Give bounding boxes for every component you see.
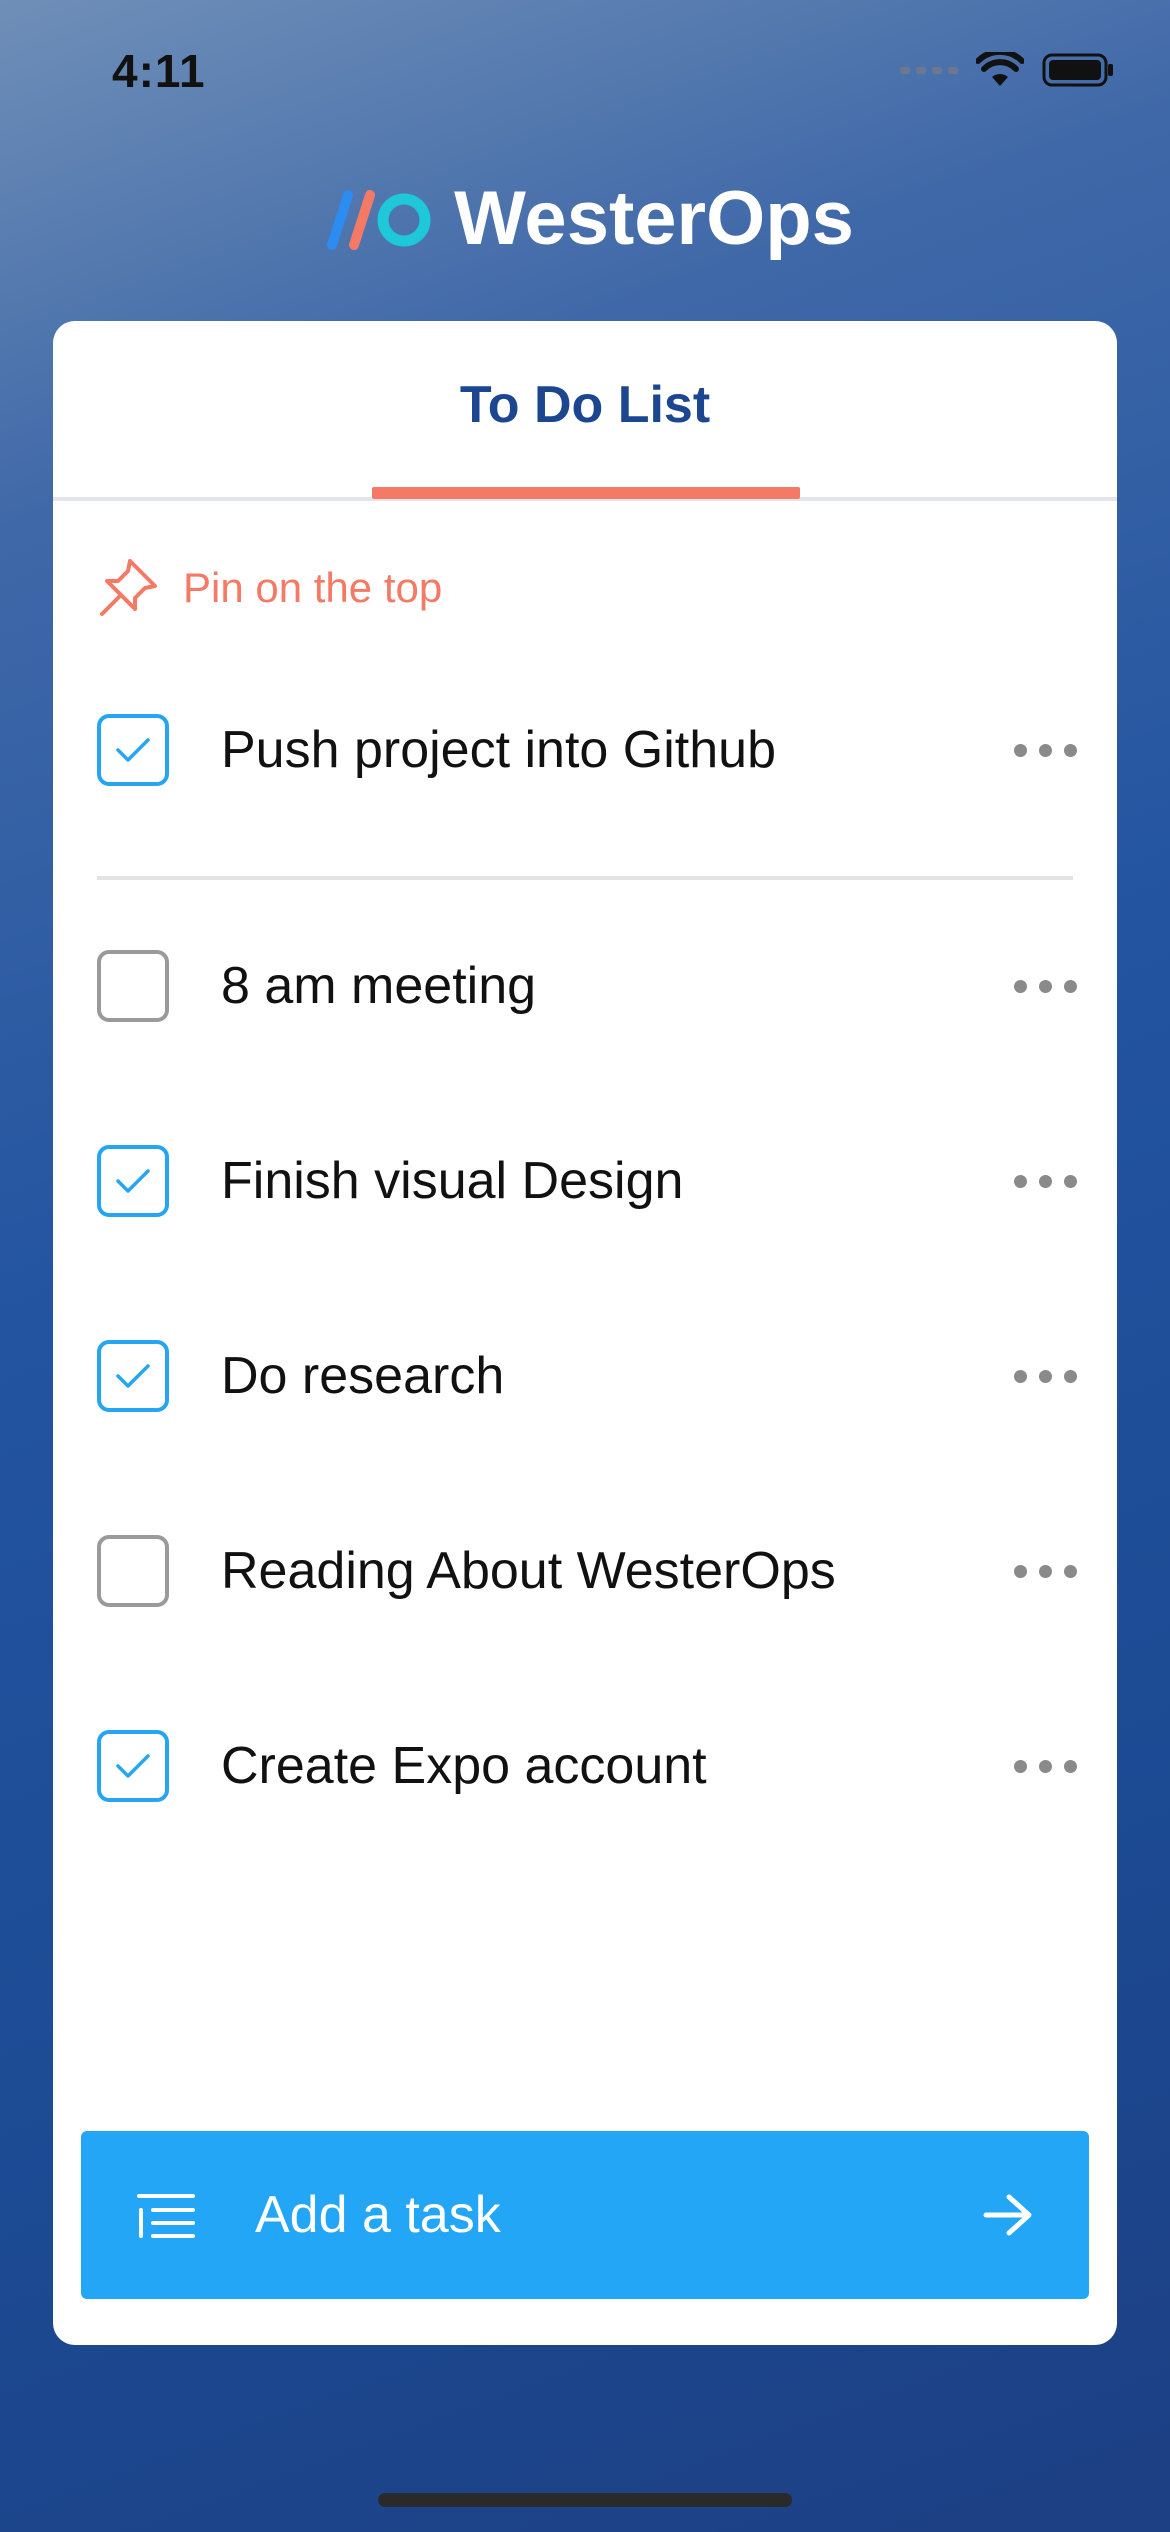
- pinned-divider: [97, 876, 1073, 880]
- task-label: Finish visual Design: [221, 1152, 684, 1210]
- brand-mark-icon: [327, 189, 431, 250]
- more-horizontal-icon[interactable]: [1014, 1555, 1077, 1588]
- arrow-right-icon[interactable]: [983, 2193, 1033, 2237]
- task-row[interactable]: Finish visual Design: [97, 1141, 1077, 1221]
- more-horizontal-icon[interactable]: [1014, 1360, 1077, 1393]
- checkmark-icon: [116, 1364, 150, 1388]
- checkmark-icon: [116, 1754, 150, 1778]
- add-task-input[interactable]: Add a task: [81, 2131, 1089, 2299]
- signal-icon: [900, 66, 958, 74]
- checkmark-icon: [116, 738, 150, 762]
- status-icons: [900, 52, 1114, 88]
- pin-icon: [100, 559, 157, 616]
- task-label: Do research: [221, 1347, 505, 1405]
- more-horizontal-icon[interactable]: [1014, 1165, 1077, 1198]
- task-label: Push project into Github: [221, 721, 776, 779]
- add-task-placeholder: Add a task: [255, 2186, 501, 2244]
- task-checkbox[interactable]: [97, 714, 169, 786]
- checkmark-icon: [116, 1169, 150, 1193]
- tab-bar: To Do List: [53, 321, 1117, 501]
- task-label: 8 am meeting: [221, 957, 537, 1015]
- todo-card: To Do List Pin on the top Push project i…: [53, 321, 1117, 2345]
- task-label: Reading About WesterOps: [221, 1542, 836, 1600]
- task-label: Create Expo account: [221, 1737, 707, 1795]
- brand-logo: WesterOps: [0, 175, 1170, 262]
- task-row[interactable]: Create Expo account: [97, 1726, 1077, 1806]
- task-row-pinned[interactable]: Push project into Github: [97, 710, 1077, 790]
- task-row[interactable]: Reading About WesterOps: [97, 1531, 1077, 1611]
- more-horizontal-icon[interactable]: [1014, 734, 1077, 767]
- pin-label: Pin on the top: [183, 564, 443, 611]
- task-row[interactable]: 8 am meeting: [97, 946, 1077, 1026]
- brand-name: WesterOps: [454, 176, 854, 261]
- task-checkbox[interactable]: [97, 1145, 169, 1217]
- task-row[interactable]: Do research: [97, 1336, 1077, 1416]
- tab-active-indicator: [372, 487, 800, 499]
- task-checkbox[interactable]: [97, 950, 169, 1022]
- task-checkbox[interactable]: [97, 1340, 169, 1412]
- task-checkbox[interactable]: [97, 1730, 169, 1802]
- status-time: 4:11: [112, 45, 206, 97]
- more-horizontal-icon[interactable]: [1014, 1750, 1077, 1783]
- home-indicator[interactable]: [378, 2493, 792, 2507]
- tab-todo-list[interactable]: To Do List: [53, 375, 1117, 435]
- wifi-icon: [976, 52, 1024, 86]
- list-icon: [137, 2194, 195, 2238]
- task-checkbox[interactable]: [97, 1535, 169, 1607]
- pin-section-header: Pin on the top: [97, 557, 442, 619]
- more-horizontal-icon[interactable]: [1014, 970, 1077, 1003]
- battery-icon: [1042, 53, 1113, 87]
